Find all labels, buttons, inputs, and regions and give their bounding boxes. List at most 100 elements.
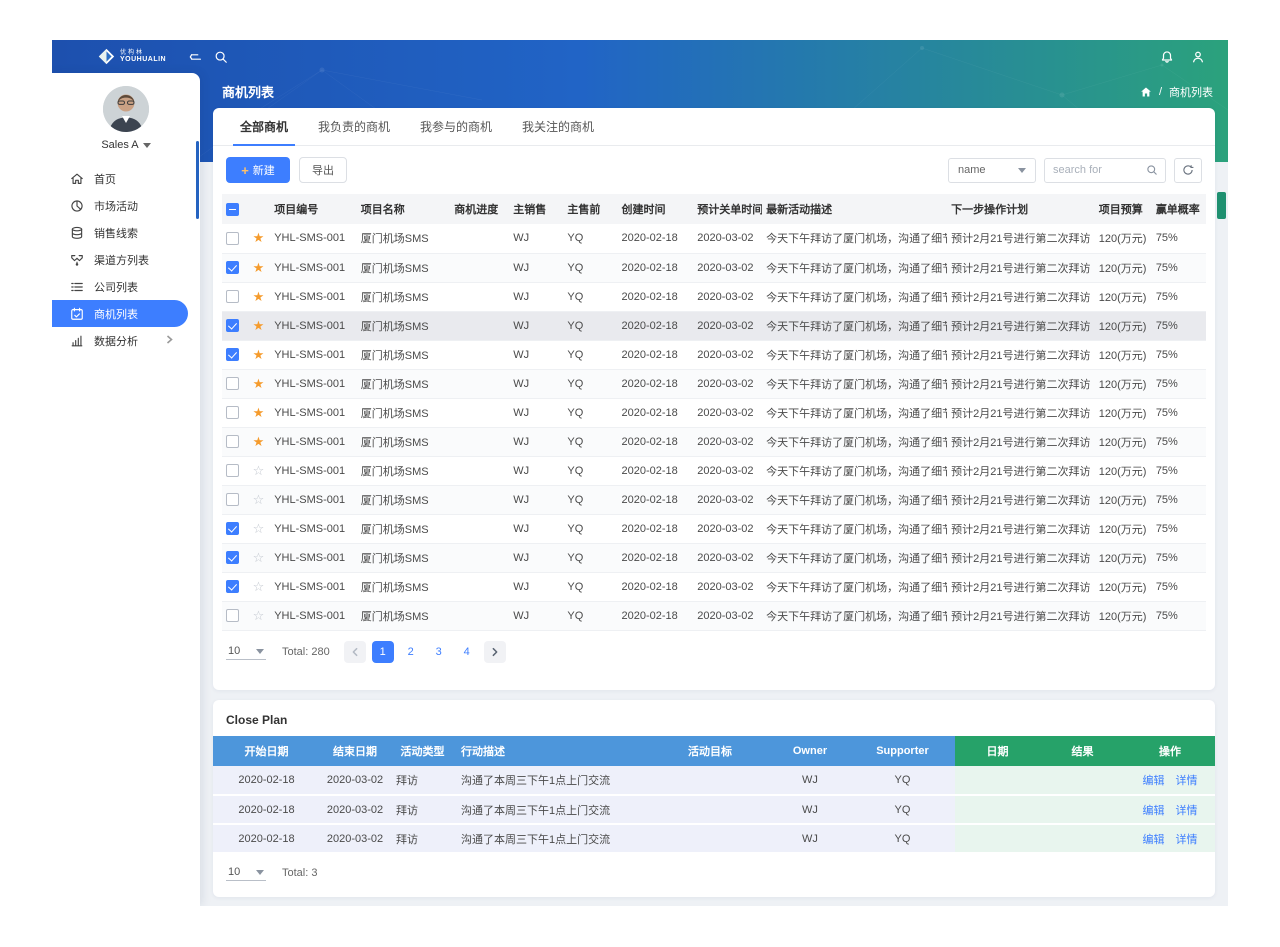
tab[interactable]: 我负责的商机 — [303, 108, 405, 145]
table-row: ☆ YHL-SMS-001 厦门机场SMS WJ YQ 2020-02-18 2… — [222, 514, 1206, 543]
page-number-button[interactable]: 4 — [456, 641, 478, 663]
row-checkbox[interactable] — [226, 290, 239, 303]
cell-presales: YQ — [563, 514, 617, 543]
star-icon[interactable]: ☆ — [253, 608, 265, 623]
edit-link[interactable]: 编辑 — [1142, 805, 1164, 817]
sidebar-item[interactable]: 数据分析 — [52, 327, 188, 354]
row-checkbox[interactable] — [226, 464, 239, 477]
detail-link[interactable]: 详情 — [1176, 805, 1198, 817]
cell-budget: 120(万元) — [1095, 485, 1152, 514]
cell-project-name: 厦门机场SMS — [357, 253, 450, 282]
home-icon[interactable] — [1140, 86, 1152, 98]
sidebar-item[interactable]: 渠道方列表 — [52, 246, 188, 273]
row-checkbox[interactable] — [226, 493, 239, 506]
star-icon[interactable]: ★ — [253, 434, 265, 449]
cell-sales: WJ — [509, 369, 563, 398]
cell-budget: 120(万元) — [1095, 253, 1152, 282]
detail-link[interactable]: 详情 — [1176, 834, 1198, 846]
page-scrollbar-thumb[interactable] — [1217, 192, 1226, 219]
cell-budget: 120(万元) — [1095, 543, 1152, 572]
select-all-checkbox[interactable] — [226, 203, 239, 216]
bell-icon[interactable] — [1159, 49, 1175, 65]
search-input[interactable] — [1045, 164, 1146, 176]
row-checkbox[interactable] — [226, 261, 239, 274]
avatar[interactable] — [103, 86, 149, 132]
table-row: ★ YHL-SMS-001 厦门机场SMS WJ YQ 2020-02-18 2… — [222, 224, 1206, 253]
star-icon[interactable]: ★ — [253, 376, 265, 391]
row-checkbox[interactable] — [226, 551, 239, 564]
sidebar-item-label: 渠道方列表 — [94, 252, 149, 268]
page-number-button[interactable]: 3 — [428, 641, 450, 663]
sidebar-item-label: 首页 — [94, 171, 116, 187]
sidebar-item-label: 数据分析 — [94, 333, 138, 349]
page-number-button[interactable]: 1 — [372, 641, 394, 663]
star-icon[interactable]: ☆ — [253, 579, 265, 594]
app-logo[interactable]: 优构林 YOUHUALIN — [98, 48, 166, 65]
chevron-down-icon — [1018, 168, 1026, 173]
sidebar-item[interactable]: 首页 — [52, 165, 188, 192]
top-navbar: 优构林 YOUHUALIN — [52, 40, 1228, 73]
cell-owner: WJ — [770, 766, 850, 795]
row-checkbox[interactable] — [226, 435, 239, 448]
app-window: 优构林 YOUHUALIN 商机列表 / 商 — [52, 40, 1228, 906]
refresh-button[interactable] — [1174, 158, 1202, 183]
cell-expected-close: 2020-03-02 — [693, 224, 762, 253]
row-checkbox[interactable] — [226, 377, 239, 390]
tab[interactable]: 全部商机 — [225, 108, 303, 145]
star-icon[interactable]: ★ — [253, 260, 265, 275]
row-checkbox[interactable] — [226, 319, 239, 332]
search-icon[interactable] — [1146, 164, 1158, 176]
page-size-select[interactable]: 10 — [226, 864, 266, 881]
row-checkbox[interactable] — [226, 406, 239, 419]
row-checkbox[interactable] — [226, 609, 239, 622]
edit-link[interactable]: 编辑 — [1142, 834, 1164, 846]
close-plan-panel: Close Plan 开始日期 结束日期 活动类型 行动描述 活动目标 Owne… — [213, 700, 1215, 897]
row-checkbox[interactable] — [226, 522, 239, 535]
cell-expected-close: 2020-03-02 — [693, 601, 762, 630]
star-icon[interactable]: ☆ — [253, 492, 265, 507]
star-icon[interactable]: ★ — [253, 405, 265, 420]
cell-activity: 今天下午拜访了厦门机场，沟通了细节 — [762, 543, 947, 572]
row-checkbox[interactable] — [226, 580, 239, 593]
star-icon[interactable]: ☆ — [253, 550, 265, 565]
edit-link[interactable]: 编辑 — [1142, 775, 1164, 787]
star-icon[interactable]: ☆ — [253, 521, 265, 536]
column-header: Supporter — [850, 736, 955, 766]
next-page-button[interactable] — [484, 641, 506, 663]
row-checkbox[interactable] — [226, 232, 239, 245]
star-icon[interactable]: ☆ — [253, 463, 265, 478]
prev-page-button[interactable] — [344, 641, 366, 663]
detail-link[interactable]: 详情 — [1176, 775, 1198, 787]
page-size-select[interactable]: 10 — [226, 643, 266, 660]
tab[interactable]: 我关注的商机 — [507, 108, 609, 145]
hamburger-icon[interactable] — [188, 49, 204, 65]
cell-next-plan: 预计2月21号进行第二次拜访 — [947, 340, 1095, 369]
cell-presales: YQ — [563, 253, 617, 282]
star-icon[interactable]: ★ — [253, 289, 265, 304]
cell-presales: YQ — [563, 543, 617, 572]
sidebar-item[interactable]: 销售线索 — [52, 219, 188, 246]
cell-next-plan: 预计2月21号进行第二次拜访 — [947, 398, 1095, 427]
cell-activity: 今天下午拜访了厦门机场，沟通了细节 — [762, 514, 947, 543]
star-icon[interactable]: ★ — [253, 347, 265, 362]
sidebar-scrollbar-thumb[interactable] — [196, 141, 199, 219]
cell-end-date: 2020-03-02 — [320, 824, 390, 853]
user-menu[interactable]: Sales A — [101, 139, 150, 151]
cell-activity: 今天下午拜访了厦门机场，沟通了细节 — [762, 398, 947, 427]
cell-win-rate: 75% — [1152, 427, 1206, 456]
cell-presales: YQ — [563, 224, 617, 253]
page-number-button[interactable]: 2 — [400, 641, 422, 663]
tab[interactable]: 我参与的商机 — [405, 108, 507, 145]
export-button[interactable]: 导出 — [299, 157, 347, 183]
sidebar-item[interactable]: 公司列表 — [52, 273, 188, 300]
sidebar-item[interactable]: 商机列表 — [52, 300, 188, 327]
user-icon[interactable] — [1190, 49, 1206, 65]
star-icon[interactable]: ★ — [253, 318, 265, 333]
star-icon[interactable]: ★ — [253, 230, 265, 245]
search-icon[interactable] — [213, 49, 229, 65]
new-button[interactable]: + 新建 — [226, 157, 290, 183]
filter-field-select[interactable]: name — [948, 158, 1036, 183]
row-checkbox[interactable] — [226, 348, 239, 361]
cell-progress — [450, 282, 509, 311]
sidebar-item[interactable]: 市场活动 — [52, 192, 188, 219]
